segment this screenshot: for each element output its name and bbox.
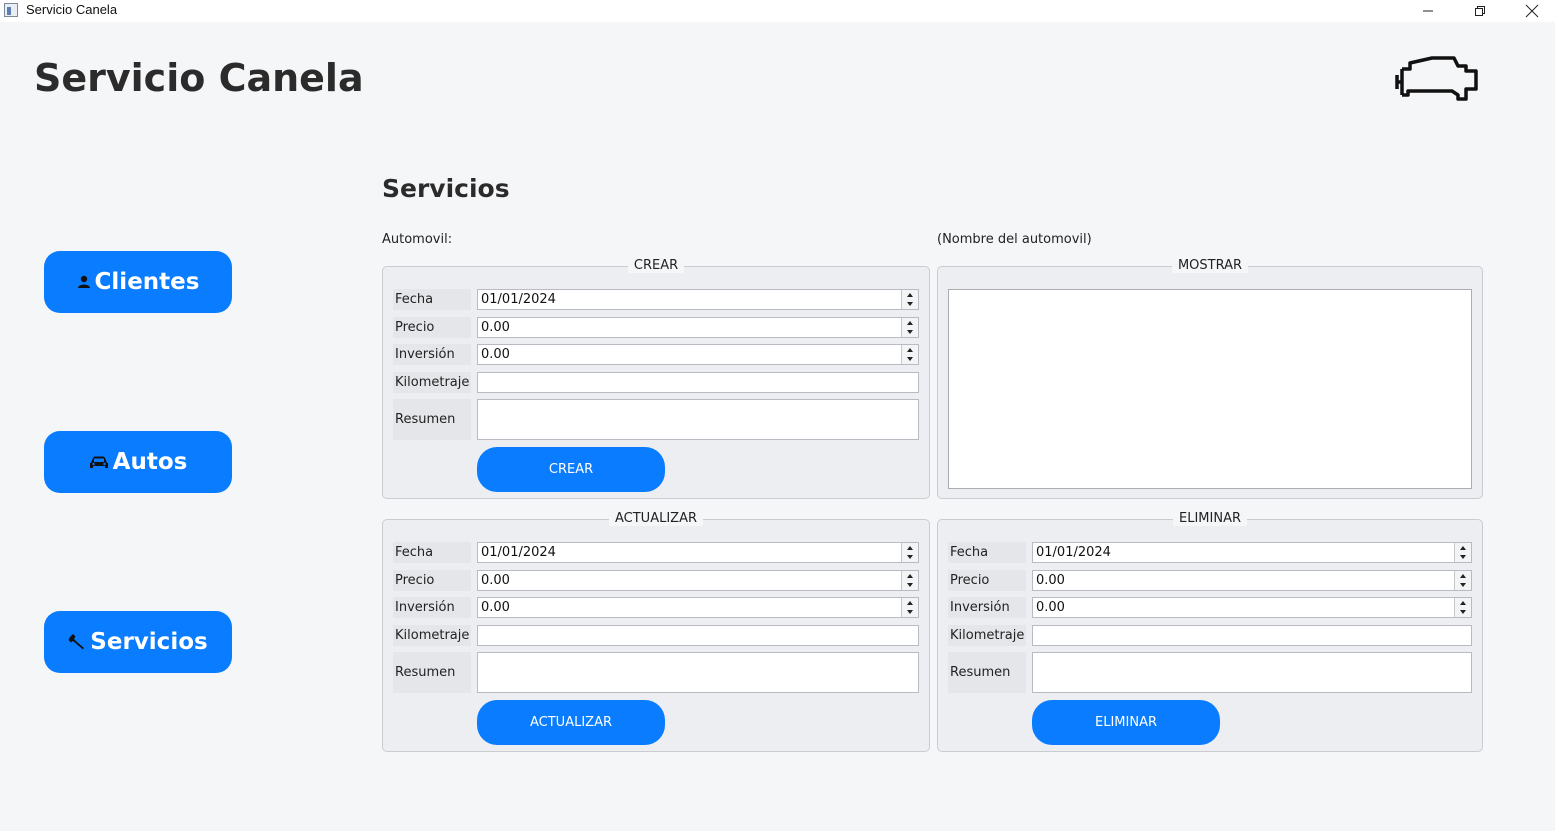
nav-autos-label: Autos [112, 449, 188, 475]
actualizar-precio-value: 0.00 [481, 573, 510, 588]
close-icon [1525, 4, 1539, 18]
restore-button[interactable] [1456, 0, 1504, 22]
window-title: Servicio Canela [26, 2, 118, 17]
engine-icon [1395, 56, 1478, 101]
eliminar-fecha-spinner[interactable] [1454, 543, 1471, 562]
crear-resumen-label: Resumen [393, 399, 471, 440]
actualizar-inversion-spinner[interactable] [901, 598, 918, 617]
eliminar-precio-spinner[interactable] [1454, 571, 1471, 590]
eliminar-fecha-value: 01/01/2024 [1036, 545, 1111, 560]
crear-inversion-label: Inversión [393, 344, 471, 365]
crear-precio-value: 0.00 [481, 320, 510, 335]
eliminar-fecha-label: Fecha [948, 542, 1026, 563]
nav-servicios-label: Servicios [90, 629, 208, 655]
eliminar-precio-field[interactable]: 0.00 [1032, 570, 1472, 591]
eliminar-inversion-spinner[interactable] [1454, 598, 1471, 617]
actualizar-inversion-label: Inversión [393, 597, 471, 618]
nav-autos-button[interactable]: Autos [44, 431, 232, 493]
eliminar-fecha-field[interactable]: 01/01/2024 [1032, 542, 1472, 563]
crear-fecha-value: 01/01/2024 [481, 292, 556, 307]
actualizar-inversion-value: 0.00 [481, 600, 510, 615]
crear-fecha-label: Fecha [393, 289, 471, 310]
minimize-button[interactable] [1404, 0, 1452, 22]
app-title: Servicio Canela [34, 56, 364, 100]
eliminar-inversion-field[interactable]: 0.00 [1032, 597, 1472, 618]
actualizar-resumen-field[interactable] [477, 652, 919, 693]
actualizar-kilometraje-label: Kilometraje [393, 625, 471, 646]
eliminar-precio-label: Precio [948, 570, 1026, 591]
eliminar-group-title: ELIMINAR [1173, 511, 1247, 526]
actualizar-precio-field[interactable]: 0.00 [477, 570, 919, 591]
crear-inversion-spinner[interactable] [901, 345, 918, 364]
mostrar-group-title: MOSTRAR [1171, 258, 1249, 273]
actualizar-button[interactable]: ACTUALIZAR [477, 700, 665, 745]
crear-group-title: CREAR [627, 258, 685, 273]
crear-fecha-field[interactable]: 01/01/2024 [477, 289, 919, 310]
restore-icon [1475, 6, 1485, 16]
actualizar-precio-label: Precio [393, 570, 471, 591]
eliminar-group: ELIMINAR Fecha 01/01/2024 Precio 0.00 In… [937, 511, 1483, 752]
mostrar-display[interactable] [948, 289, 1472, 489]
actualizar-precio-spinner[interactable] [901, 571, 918, 590]
close-button[interactable] [1508, 0, 1555, 22]
crear-kilometraje-field[interactable] [477, 372, 919, 393]
nav-clientes-button[interactable]: Clientes [44, 251, 232, 313]
actualizar-group: ACTUALIZAR Fecha 01/01/2024 Precio 0.00 … [382, 511, 930, 752]
automovil-name: (Nombre del automovil) [937, 232, 1092, 247]
actualizar-inversion-field[interactable]: 0.00 [477, 597, 919, 618]
eliminar-inversion-value: 0.00 [1036, 600, 1065, 615]
crear-precio-spinner[interactable] [901, 318, 918, 337]
actualizar-resumen-label: Resumen [393, 652, 471, 693]
mostrar-group: MOSTRAR [937, 258, 1483, 499]
eliminar-button[interactable]: ELIMINAR [1032, 700, 1220, 745]
wrench-icon [68, 634, 85, 650]
section-title: Servicios [382, 174, 510, 203]
automovil-label: Automovil: [382, 232, 453, 247]
eliminar-resumen-field[interactable] [1032, 652, 1472, 693]
nav-clientes-label: Clientes [94, 269, 200, 295]
crear-precio-label: Precio [393, 317, 471, 338]
eliminar-inversion-label: Inversión [948, 597, 1026, 618]
minimize-icon [1423, 10, 1433, 12]
actualizar-kilometraje-field[interactable] [477, 625, 919, 646]
eliminar-kilometraje-label: Kilometraje [948, 625, 1026, 646]
car-icon [89, 456, 108, 468]
crear-inversion-field[interactable]: 0.00 [477, 344, 919, 365]
actualizar-fecha-field[interactable]: 01/01/2024 [477, 542, 919, 563]
actualizar-fecha-spinner[interactable] [901, 543, 918, 562]
eliminar-kilometraje-field[interactable] [1032, 625, 1472, 646]
crear-resumen-field[interactable] [477, 399, 919, 440]
crear-kilometraje-label: Kilometraje [393, 372, 471, 393]
nav-servicios-button[interactable]: Servicios [44, 611, 232, 673]
actualizar-fecha-label: Fecha [393, 542, 471, 563]
actualizar-group-title: ACTUALIZAR [609, 511, 703, 526]
crear-button[interactable]: CREAR [477, 447, 665, 492]
person-icon [77, 275, 90, 288]
window-titlebar: Servicio Canela [0, 0, 1555, 22]
crear-fecha-spinner[interactable] [901, 290, 918, 309]
crear-precio-field[interactable]: 0.00 [477, 317, 919, 338]
crear-group: CREAR Fecha 01/01/2024 Precio 0.00 Inver… [382, 258, 930, 499]
eliminar-resumen-label: Resumen [948, 652, 1026, 693]
actualizar-fecha-value: 01/01/2024 [481, 545, 556, 560]
eliminar-precio-value: 0.00 [1036, 573, 1065, 588]
app-window-icon [4, 3, 18, 17]
crear-inversion-value: 0.00 [481, 347, 510, 362]
